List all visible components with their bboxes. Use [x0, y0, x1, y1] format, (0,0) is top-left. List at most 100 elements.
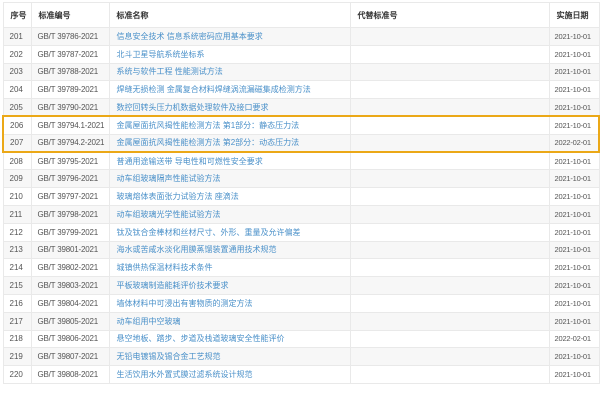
standard-code-cell: GB/T 39796-2021 — [31, 170, 109, 188]
seq-cell: 201 — [3, 28, 31, 46]
impl-date-cell: 2022-02-01 — [549, 134, 599, 152]
seq-cell: 209 — [3, 170, 31, 188]
table-row: 215GB/T 39803-2021平板玻璃制造能耗评价技术要求2021-10-… — [3, 277, 599, 295]
standard-name-cell: 金属屋面抗风揭性能检测方法 第2部分：动态压力法 — [109, 134, 350, 152]
table-row: 210GB/T 39797-2021 玻璃熔体表面张力试验方法 座滴法 2021-1… — [3, 188, 599, 206]
seq-cell: 216 — [3, 294, 31, 312]
standard-name-link[interactable]: 动车组用中空玻璃 — [117, 317, 181, 326]
standard-name-link[interactable]: 悬空地板、踏步、步道及栈道玻璃安全性能评价 — [117, 334, 285, 343]
standard-code-cell: GB/T 39786-2021 — [31, 28, 109, 46]
impl-date-cell: 2021-10-01 — [549, 277, 599, 295]
standard-name-link[interactable]: 北斗卫星导航系统坐标系 — [117, 50, 205, 59]
seq-cell: 215 — [3, 277, 31, 295]
standard-name-link[interactable]: 信息安全技术 信息系统密码应用基本要求 — [117, 32, 263, 41]
impl-date-cell: 2021-10-01 — [549, 170, 599, 188]
table-row: 218GB/T 39806-2021悬空地板、踏步、步道及栈道玻璃安全性能评价2… — [3, 330, 599, 348]
standard-name-link[interactable]: 焊缝无损检测 金属复合材料焊缝涡流漏磁集成检测方法 — [117, 85, 311, 94]
impl-date-cell: 2021-10-01 — [549, 28, 599, 46]
seq-cell: 204 — [3, 81, 31, 99]
standard-code-cell: GB/T 39794.2-2021 — [31, 134, 109, 152]
standard-name-link[interactable]: 普通用途输送带 导电性和可燃性安全要求 — [117, 157, 263, 166]
impl-date-cell: 2021-10-01 — [549, 116, 599, 134]
impl-date-cell: 2021-10-01 — [549, 366, 599, 384]
seq-cell: 207 — [3, 134, 31, 152]
standard-name-link[interactable]: 玻璃熔体表面张力试验方法 座滴法 — [117, 192, 239, 201]
table-row: 204GB/T 39789-2021焊缝无损检测 金属复合材料焊缝涡流漏磁集成检… — [3, 81, 599, 99]
table-row: 220GB/T 39808-2021生活饮用水外置式膜过滤系统设计规范2021-… — [3, 366, 599, 384]
header-code: 标准编号 — [31, 3, 109, 28]
standards-table: 序号 标准编号 标准名称 代替标准号 实施日期 201GB/T 39786-20… — [2, 2, 600, 384]
standard-name-link[interactable]: 墙体材料中可浸出有害物质的测定方法 — [117, 299, 253, 308]
table-header-row: 序号 标准编号 标准名称 代替标准号 实施日期 — [3, 3, 599, 28]
standard-name-cell: 生活饮用水外置式膜过滤系统设计规范 — [109, 366, 350, 384]
impl-date-cell: 2021-10-01 — [549, 188, 599, 206]
replaced-code-cell — [350, 241, 549, 259]
standard-name-link[interactable]: 海水或苦咸水淡化用膜蒸馏装置通用技术规范 — [117, 245, 277, 254]
impl-date-cell: 2021-10-01 — [549, 81, 599, 99]
replaced-code-cell — [350, 188, 549, 206]
standard-name-cell: 焊缝无损检测 金属复合材料焊缝涡流漏磁集成检测方法 — [109, 81, 350, 99]
replaced-code-cell — [350, 366, 549, 384]
seq-cell: 217 — [3, 312, 31, 330]
impl-date-cell: 2021-10-01 — [549, 63, 599, 81]
header-seq: 序号 — [3, 3, 31, 28]
standard-name-link[interactable]: 金属屋面抗风揭性能检测方法 第2部分：动态压力法 — [117, 138, 300, 147]
standard-code-cell: GB/T 39798-2021 — [31, 205, 109, 223]
standard-name-link[interactable]: 生活饮用水外置式膜过滤系统设计规范 — [117, 370, 253, 379]
replaced-code-cell — [350, 330, 549, 348]
impl-date-cell: 2021-10-01 — [549, 294, 599, 312]
replaced-code-cell — [350, 28, 549, 46]
standard-code-cell: GB/T 39797-2021 — [31, 188, 109, 206]
replaced-code-cell — [350, 63, 549, 81]
seq-cell: 202 — [3, 45, 31, 63]
impl-date-cell: 2021-10-01 — [549, 348, 599, 366]
seq-cell: 210 — [3, 188, 31, 206]
standard-name-cell: 数控回转头压力机数据处理软件及接口要求 — [109, 99, 350, 117]
seq-cell: 220 — [3, 366, 31, 384]
replaced-code-cell — [350, 223, 549, 241]
table-row: 208GB/T 39795-2021普通用途输送带 导电性和可燃性安全要求202… — [3, 152, 599, 170]
standard-code-cell: GB/T 39795-2021 — [31, 152, 109, 170]
standard-name-cell: 系统与软件工程 性能测试方法 — [109, 63, 350, 81]
standard-code-cell: GB/T 39806-2021 — [31, 330, 109, 348]
standard-name-link[interactable]: 平板玻璃制造能耗评价技术要求 — [117, 281, 229, 290]
standard-code-cell: GB/T 39807-2021 — [31, 348, 109, 366]
standard-name-link[interactable]: 动车组玻璃光学性能试验方法 — [117, 210, 221, 219]
table-row: 212GB/T 39799-2021钛及钛合金棒材和丝材尺寸、外形、重量及允许偏… — [3, 223, 599, 241]
standard-name-link[interactable]: 钛及钛合金棒材和丝材尺寸、外形、重量及允许偏差 — [117, 228, 301, 237]
standard-name-cell: 墙体材料中可浸出有害物质的测定方法 — [109, 294, 350, 312]
standard-name-cell: 无铅电镀锡及锡合金工艺规范 — [109, 348, 350, 366]
seq-cell: 214 — [3, 259, 31, 277]
seq-cell: 219 — [3, 348, 31, 366]
impl-date-cell: 2022-02-01 — [549, 330, 599, 348]
standard-name-link[interactable]: 动车组玻璃隔声性能试验方法 — [117, 174, 221, 183]
seq-cell: 203 — [3, 63, 31, 81]
standard-code-cell: GB/T 39804-2021 — [31, 294, 109, 312]
standard-name-link[interactable]: 数控回转头压力机数据处理软件及接口要求 — [117, 103, 269, 112]
standard-code-cell: GB/T 39805-2021 — [31, 312, 109, 330]
standard-name-link[interactable]: 无铅电镀锡及锡合金工艺规范 — [117, 352, 221, 361]
replaced-code-cell — [350, 81, 549, 99]
replaced-code-cell — [350, 312, 549, 330]
seq-cell: 206 — [3, 116, 31, 134]
impl-date-cell: 2021-10-01 — [549, 312, 599, 330]
standard-name-cell: 城镇供热保温材料技术条件 — [109, 259, 350, 277]
table-row: 214GB/T 39802-2021城镇供热保温材料技术条件2021-10-01 — [3, 259, 599, 277]
standard-name-link[interactable]: 系统与软件工程 性能测试方法 — [117, 67, 223, 76]
seq-cell: 205 — [3, 99, 31, 117]
standard-name-cell: 北斗卫星导航系统坐标系 — [109, 45, 350, 63]
standard-code-cell: GB/T 39799-2021 — [31, 223, 109, 241]
table-row: 207GB/T 39794.2-2021 金属屋面抗风揭性能检测方法 第2部分：动… — [3, 134, 599, 152]
header-name: 标准名称 — [109, 3, 350, 28]
impl-date-cell: 2021-10-01 — [549, 45, 599, 63]
standard-name-link[interactable]: 金属屋面抗风揭性能检测方法 第1部分：静态压力法 — [117, 121, 300, 130]
impl-date-cell: 2021-10-01 — [549, 99, 599, 117]
header-date: 实施日期 — [549, 3, 599, 28]
table-row: 201GB/T 39786-2021 信息安全技术 信息系统密码应用基本要求 202… — [3, 28, 599, 46]
standard-name-link[interactable]: 城镇供热保温材料技术条件 — [117, 263, 213, 272]
impl-date-cell: 2021-10-01 — [549, 205, 599, 223]
replaced-code-cell — [350, 134, 549, 152]
table-row: 203GB/T 39788-2021系统与软件工程 性能测试方法2021-10-… — [3, 63, 599, 81]
impl-date-cell: 2021-10-01 — [549, 152, 599, 170]
table-row: 211GB/T 39798-2021动车组玻璃光学性能试验方法2021-10-0… — [3, 205, 599, 223]
